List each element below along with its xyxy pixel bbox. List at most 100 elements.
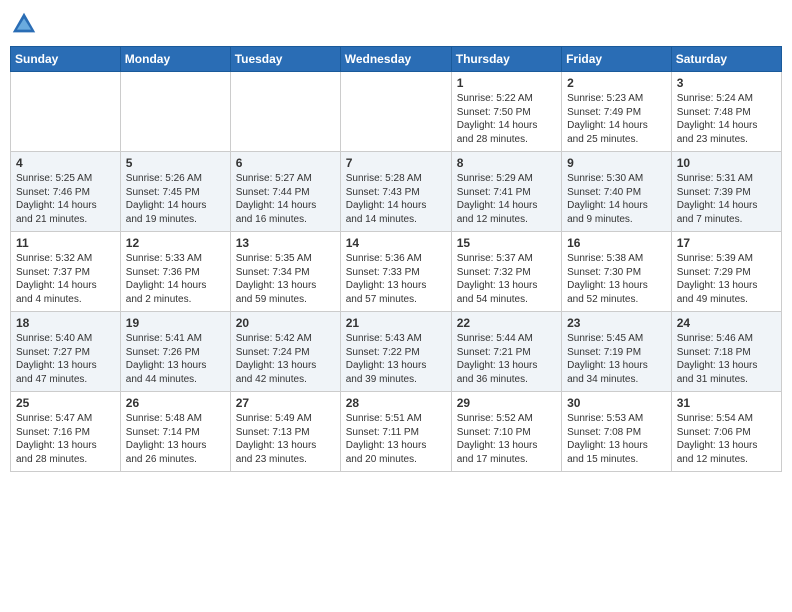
calendar-cell: 18 Sunrise: 5:40 AMSunset: 7:27 PMDayligh… [11,312,121,392]
day-header-saturday: Saturday [671,47,781,72]
day-info: Sunrise: 5:24 AMSunset: 7:48 PMDaylight:… [677,92,776,146]
day-info: Sunrise: 5:53 AMSunset: 7:08 PMDaylight:… [567,412,666,466]
day-number: 18 [16,316,115,330]
day-number: 12 [126,236,225,250]
day-info: Sunrise: 5:49 AMSunset: 7:13 PMDaylight:… [236,412,335,466]
logo-icon [10,10,38,38]
calendar-cell: 30 Sunrise: 5:53 AMSunset: 7:08 PMDayligh… [562,392,672,472]
day-number: 3 [677,76,776,90]
calendar-cell: 20 Sunrise: 5:42 AMSunset: 7:24 PMDayligh… [230,312,340,392]
day-number: 17 [677,236,776,250]
day-info: Sunrise: 5:51 AMSunset: 7:11 PMDaylight:… [346,412,446,466]
calendar-cell: 23 Sunrise: 5:45 AMSunset: 7:19 PMDayligh… [562,312,672,392]
day-info: Sunrise: 5:46 AMSunset: 7:18 PMDaylight:… [677,332,776,386]
day-number: 14 [346,236,446,250]
day-number: 30 [567,396,666,410]
day-info: Sunrise: 5:37 AMSunset: 7:32 PMDaylight:… [457,252,556,306]
day-number: 2 [567,76,666,90]
calendar-cell: 11 Sunrise: 5:32 AMSunset: 7:37 PMDayligh… [11,232,121,312]
day-number: 1 [457,76,556,90]
day-info: Sunrise: 5:23 AMSunset: 7:49 PMDaylight:… [567,92,666,146]
calendar-cell: 31Sunrise: 5:54 AMSunset: 7:06 PMDayligh… [671,392,781,472]
calendar-cell: 1 Sunrise: 5:22 AMSunset: 7:50 PMDaylight… [451,72,561,152]
day-number: 11 [16,236,115,250]
day-number: 9 [567,156,666,170]
day-number: 22 [457,316,556,330]
calendar-cell: 27 Sunrise: 5:49 AMSunset: 7:13 PMDayligh… [230,392,340,472]
day-number: 16 [567,236,666,250]
day-info: Sunrise: 5:32 AMSunset: 7:37 PMDaylight:… [16,252,115,306]
calendar-cell: 7 Sunrise: 5:28 AMSunset: 7:43 PMDaylight… [340,152,451,232]
day-number: 19 [126,316,225,330]
day-info: Sunrise: 5:33 AMSunset: 7:36 PMDaylight:… [126,252,225,306]
calendar-table: SundayMondayTuesdayWednesdayThursdayFrid… [10,46,782,472]
calendar-cell: 22 Sunrise: 5:44 AMSunset: 7:21 PMDayligh… [451,312,561,392]
calendar-cell: 19 Sunrise: 5:41 AMSunset: 7:26 PMDayligh… [120,312,230,392]
day-info: Sunrise: 5:35 AMSunset: 7:34 PMDaylight:… [236,252,335,306]
day-header-monday: Monday [120,47,230,72]
day-number: 28 [346,396,446,410]
day-info: Sunrise: 5:42 AMSunset: 7:24 PMDaylight:… [236,332,335,386]
day-info: Sunrise: 5:39 AMSunset: 7:29 PMDaylight:… [677,252,776,306]
calendar-cell [120,72,230,152]
day-number: 8 [457,156,556,170]
day-info: Sunrise: 5:30 AMSunset: 7:40 PMDaylight:… [567,172,666,226]
calendar-cell: 25 Sunrise: 5:47 AMSunset: 7:16 PMDayligh… [11,392,121,472]
day-info: Sunrise: 5:25 AMSunset: 7:46 PMDaylight:… [16,172,115,226]
day-info: Sunrise: 5:44 AMSunset: 7:21 PMDaylight:… [457,332,556,386]
day-number: 10 [677,156,776,170]
calendar-cell: 16 Sunrise: 5:38 AMSunset: 7:30 PMDayligh… [562,232,672,312]
calendar-cell: 26 Sunrise: 5:48 AMSunset: 7:14 PMDayligh… [120,392,230,472]
calendar-cell [230,72,340,152]
days-header-row: SundayMondayTuesdayWednesdayThursdayFrid… [11,47,782,72]
day-info: Sunrise: 5:40 AMSunset: 7:27 PMDaylight:… [16,332,115,386]
calendar-cell: 12 Sunrise: 5:33 AMSunset: 7:36 PMDayligh… [120,232,230,312]
day-info: Sunrise: 5:48 AMSunset: 7:14 PMDaylight:… [126,412,225,466]
calendar-cell: 10 Sunrise: 5:31 AMSunset: 7:39 PMDayligh… [671,152,781,232]
calendar-cell: 29Sunrise: 5:52 AMSunset: 7:10 PMDayligh… [451,392,561,472]
week-row-1: 1 Sunrise: 5:22 AMSunset: 7:50 PMDaylight… [11,72,782,152]
logo [10,10,42,38]
day-number: 4 [16,156,115,170]
day-number: 29 [457,396,556,410]
calendar-cell: 5 Sunrise: 5:26 AMSunset: 7:45 PMDaylight… [120,152,230,232]
day-number: 26 [126,396,225,410]
day-header-friday: Friday [562,47,672,72]
day-info: Sunrise: 5:54 AMSunset: 7:06 PMDaylight:… [677,412,776,466]
day-info: Sunrise: 5:47 AMSunset: 7:16 PMDaylight:… [16,412,115,466]
page-header [10,10,782,38]
day-info: Sunrise: 5:36 AMSunset: 7:33 PMDaylight:… [346,252,446,306]
week-row-2: 4 Sunrise: 5:25 AMSunset: 7:46 PMDaylight… [11,152,782,232]
day-number: 27 [236,396,335,410]
day-info: Sunrise: 5:38 AMSunset: 7:30 PMDaylight:… [567,252,666,306]
day-info: Sunrise: 5:26 AMSunset: 7:45 PMDaylight:… [126,172,225,226]
calendar-cell: 15 Sunrise: 5:37 AMSunset: 7:32 PMDayligh… [451,232,561,312]
day-header-sunday: Sunday [11,47,121,72]
calendar-cell: 21 Sunrise: 5:43 AMSunset: 7:22 PMDayligh… [340,312,451,392]
day-info: Sunrise: 5:31 AMSunset: 7:39 PMDaylight:… [677,172,776,226]
day-info: Sunrise: 5:41 AMSunset: 7:26 PMDaylight:… [126,332,225,386]
day-number: 20 [236,316,335,330]
week-row-4: 18 Sunrise: 5:40 AMSunset: 7:27 PMDayligh… [11,312,782,392]
calendar-cell: 24Sunrise: 5:46 AMSunset: 7:18 PMDayligh… [671,312,781,392]
day-info: Sunrise: 5:43 AMSunset: 7:22 PMDaylight:… [346,332,446,386]
calendar-cell: 9 Sunrise: 5:30 AMSunset: 7:40 PMDaylight… [562,152,672,232]
calendar-cell: 17 Sunrise: 5:39 AMSunset: 7:29 PMDayligh… [671,232,781,312]
day-info: Sunrise: 5:22 AMSunset: 7:50 PMDaylight:… [457,92,556,146]
day-number: 15 [457,236,556,250]
day-info: Sunrise: 5:45 AMSunset: 7:19 PMDaylight:… [567,332,666,386]
day-number: 21 [346,316,446,330]
day-number: 23 [567,316,666,330]
day-info: Sunrise: 5:27 AMSunset: 7:44 PMDaylight:… [236,172,335,226]
day-number: 5 [126,156,225,170]
calendar-cell [11,72,121,152]
day-number: 13 [236,236,335,250]
calendar-cell: 8Sunrise: 5:29 AMSunset: 7:41 PMDaylight… [451,152,561,232]
calendar-cell: 3 Sunrise: 5:24 AMSunset: 7:48 PMDaylight… [671,72,781,152]
day-number: 7 [346,156,446,170]
day-number: 6 [236,156,335,170]
calendar-cell: 2 Sunrise: 5:23 AMSunset: 7:49 PMDaylight… [562,72,672,152]
day-number: 25 [16,396,115,410]
day-info: Sunrise: 5:28 AMSunset: 7:43 PMDaylight:… [346,172,446,226]
calendar-cell [340,72,451,152]
